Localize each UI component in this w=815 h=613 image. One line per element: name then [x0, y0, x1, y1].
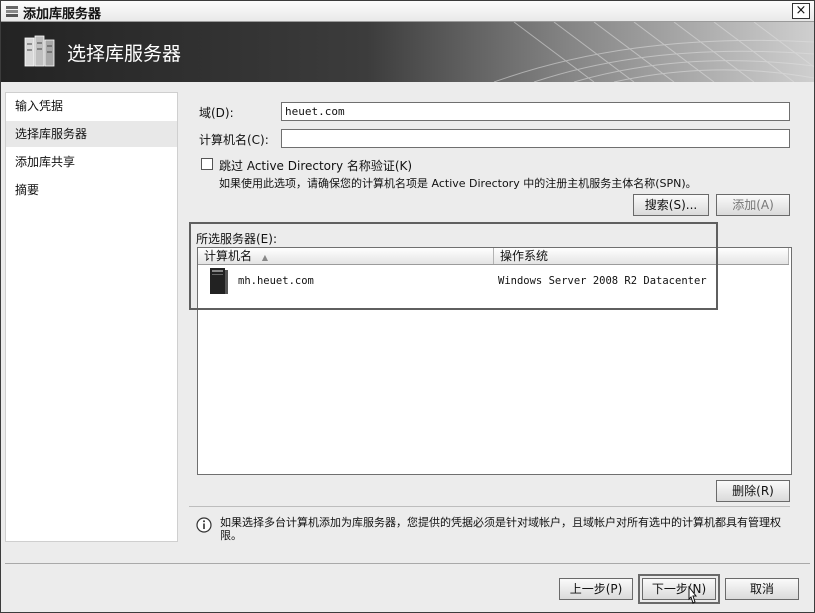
column-computer-name-label: 计算机名: [204, 249, 253, 263]
window-title: 添加库服务器: [23, 7, 102, 22]
domain-input[interactable]: heuet.com: [281, 102, 790, 121]
info-text: 如果选择多台计算机添加为库服务器，您提供的凭据必须是针对域帐户，且域帐户对所有选…: [220, 516, 781, 542]
nav-item-add-shares[interactable]: 添加库共享: [6, 149, 177, 175]
page-title: 选择库服务器: [67, 43, 182, 65]
header-banner: 选择库服务器: [1, 22, 814, 82]
banner-decoration: [493, 22, 814, 82]
next-button[interactable]: 下一步(N): [638, 574, 720, 604]
server-icon: [210, 268, 228, 294]
skip-ad-label: 跳过 Active Directory 名称验证(K): [219, 159, 413, 173]
spn-note: 如果使用此选项，请确保您的计算机名项是 Active Directory 中的注…: [219, 177, 697, 190]
footer-divider: [5, 563, 810, 564]
row-os: Windows Server 2008 R2 Datacenter: [498, 275, 707, 287]
previous-button[interactable]: 上一步(P): [559, 578, 633, 600]
selected-servers-label: 所选服务器(E):: [196, 232, 277, 246]
skip-ad-checkbox[interactable]: [201, 158, 213, 170]
mouse-cursor-icon: [688, 586, 698, 604]
computer-name-input[interactable]: [281, 129, 790, 148]
info-icon: [196, 517, 212, 533]
nav-item-select-servers[interactable]: 选择库服务器: [6, 121, 177, 147]
close-button[interactable]: ×: [792, 3, 810, 19]
row-computer-name: mh.heuet.com: [238, 275, 314, 287]
table-row[interactable]: mh.heuet.com Windows Server 2008 R2 Data…: [198, 265, 789, 297]
add-button[interactable]: 添加(A): [716, 194, 790, 216]
remove-button[interactable]: 删除(R): [716, 480, 790, 502]
cancel-button[interactable]: 取消: [725, 578, 799, 600]
selected-servers-list[interactable]: 计算机名 ▲ 操作系统 mh.heuet.com Windows Server …: [197, 247, 792, 475]
domain-label: 域(D):: [199, 106, 234, 120]
search-button[interactable]: 搜索(S)...: [633, 194, 709, 216]
nav-item-credentials[interactable]: 输入凭据: [6, 93, 177, 119]
computer-name-label: 计算机名(C):: [199, 133, 269, 147]
column-computer-name[interactable]: 计算机名 ▲: [198, 248, 494, 264]
wizard-steps-nav: 输入凭据 选择库服务器 添加库共享 摘要: [5, 92, 178, 542]
nav-item-summary[interactable]: 摘要: [6, 177, 177, 203]
sort-ascending-icon: ▲: [261, 253, 268, 262]
column-os[interactable]: 操作系统: [494, 248, 789, 264]
title-bar: 添加库服务器 ×: [1, 1, 814, 22]
add-library-server-window: 添加库服务器 × 选择库服务器 输入凭据 选择库服务器 添加库共享 摘要 域(D…: [0, 0, 815, 613]
server-app-icon: [6, 6, 18, 17]
library-server-icon: [24, 35, 55, 67]
divider: [189, 506, 790, 507]
list-header: 计算机名 ▲ 操作系统: [198, 248, 789, 265]
